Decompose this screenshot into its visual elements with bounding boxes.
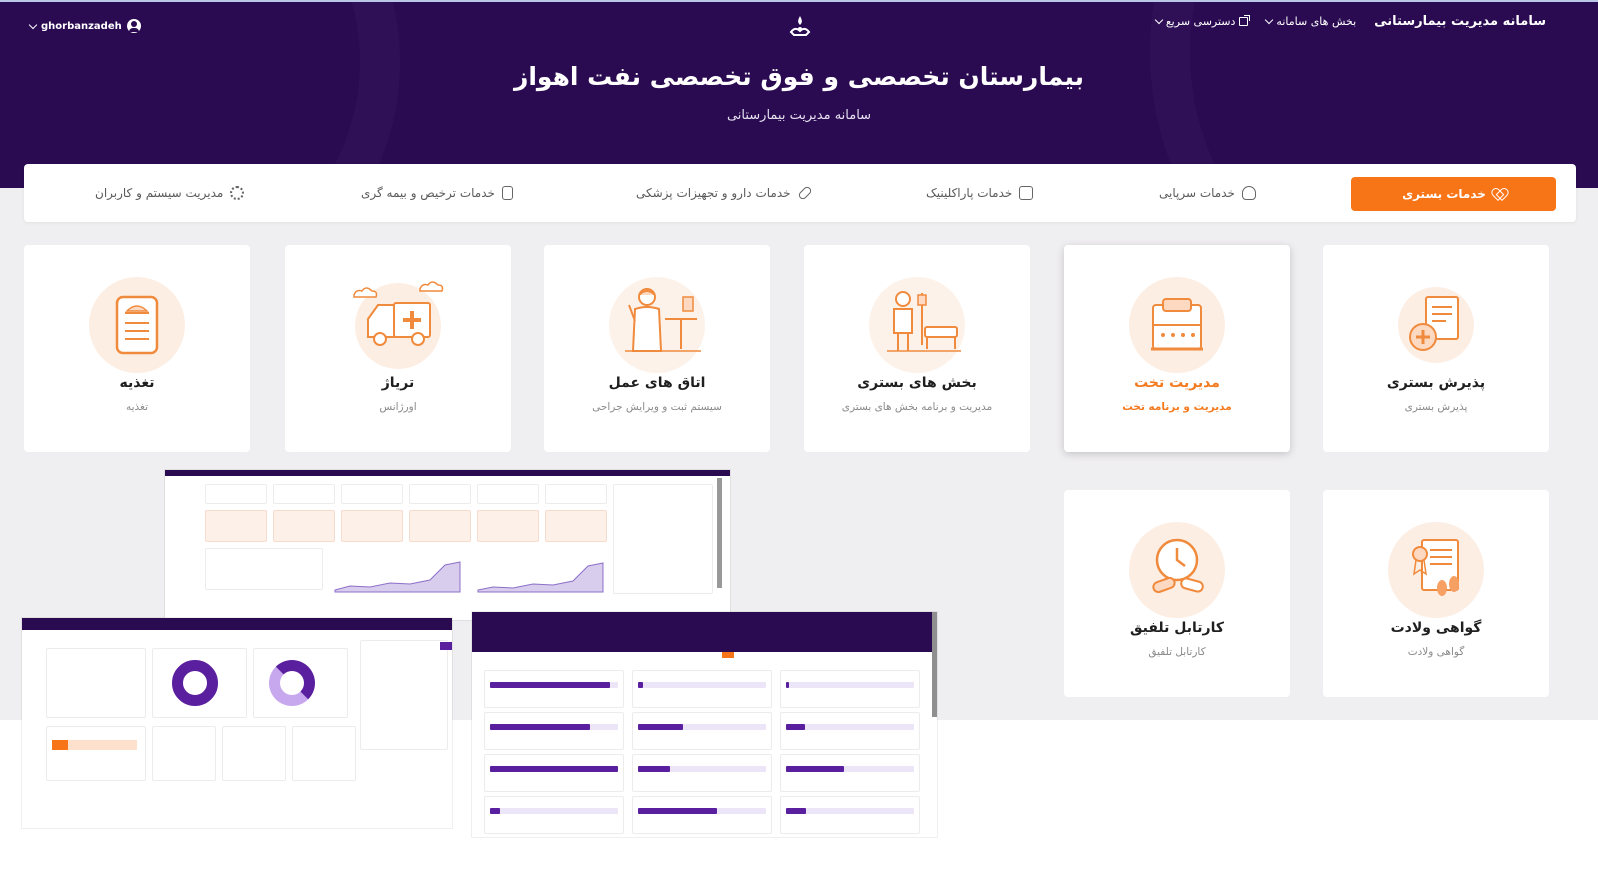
- tab-system-management[interactable]: مدیریت سیستم و کاربران: [95, 164, 245, 222]
- stethoscope-icon: [1241, 186, 1256, 200]
- card-subtitle: سیستم ثبت و ویرایش جراحی: [592, 401, 722, 413]
- tab-inpatient-label: خدمات بستری: [1402, 187, 1486, 201]
- nav-system-sections[interactable]: بخش های سامانه: [1265, 15, 1357, 28]
- card-subtitle: مدیریت و برنامه بخش های بستری: [841, 401, 993, 413]
- tab-system-label: مدیریت سیستم و کاربران: [95, 186, 224, 200]
- tab-paraclinic-services[interactable]: خدمات پاراکلینیک: [926, 164, 1034, 222]
- preview-image-bed-management: [472, 612, 937, 837]
- card-title: گواهی ولادت: [1390, 620, 1482, 636]
- avatar: [126, 19, 141, 33]
- card-subtitle: اورژانس: [379, 401, 417, 413]
- ambulance-icon: [353, 281, 444, 346]
- module-card-birth-certificate[interactable]: گواهی ولادت گواهی ولادت: [1323, 490, 1549, 697]
- card-title: بخش های بستری: [857, 375, 977, 391]
- hospital-bed-icon: [1151, 298, 1203, 351]
- card-title: پذیرش بستری: [1386, 375, 1486, 391]
- admission-document-icon: [1409, 296, 1459, 351]
- card-title: تغذیه: [119, 375, 155, 391]
- tab-pharmacy-services[interactable]: خدمات دارو و تجهیزات پزشکی: [636, 164, 813, 222]
- card-title: ترياژ: [381, 375, 415, 391]
- module-card-nutrition[interactable]: تغذیه تغذیه: [24, 245, 250, 452]
- surgeon-icon: [625, 288, 701, 352]
- clock-pills-icon: [1152, 538, 1204, 594]
- tab-outpatient-label: خدمات سرپایی: [1159, 186, 1235, 200]
- external-link-icon: [1239, 15, 1251, 26]
- module-card-operating-rooms[interactable]: اتاق های عمل سیستم ثبت و ویرایش جراحی: [544, 245, 770, 452]
- tab-outpatient-services[interactable]: خدمات سرپایی: [1159, 164, 1256, 222]
- service-tabs-bar: خدمات بستری خدمات سرپایی خدمات پاراکلینی…: [24, 164, 1576, 222]
- preview-image-dashboard: [165, 470, 730, 620]
- page-title: بیمارستان تخصصی و فوق تخصصی نفت اهواز: [513, 62, 1085, 91]
- tab-inpatient-services[interactable]: خدمات بستری: [1351, 177, 1556, 211]
- user-menu[interactable]: ghorbanzadeh: [28, 19, 141, 33]
- preview-image-surgery: [22, 618, 452, 828]
- nav-quick-access[interactable]: دسترسی سریع: [1154, 15, 1251, 28]
- chevron-down-icon: [1154, 15, 1164, 25]
- food-menu-icon: [115, 295, 159, 355]
- card-subtitle: تغذیه: [125, 401, 149, 413]
- gear-icon: [230, 186, 245, 200]
- module-card-wards[interactable]: بخش های بستری مدیریت و برنامه بخش های بس…: [804, 245, 1030, 452]
- chevron-down-icon: [28, 20, 38, 29]
- user-name: ghorbanzadeh: [41, 20, 122, 32]
- nav-system-sections-label: بخش های سامانه: [1276, 15, 1357, 28]
- card-title: کارتابل تلفیق: [1130, 620, 1224, 636]
- clipboard-icon: [501, 186, 513, 200]
- module-card-kartable[interactable]: کارتابل تلفیق کارتابل تلفیق: [1064, 490, 1290, 697]
- card-subtitle: پذیرش بستری: [1404, 401, 1468, 413]
- brand-title[interactable]: سامانه مدیریت بیمارستانی: [1374, 14, 1546, 29]
- main-nav: سامانه مدیریت بیمارستانی بخش های سامانه …: [1154, 14, 1546, 29]
- module-card-bed-management[interactable]: مدیریت تخت مدیریت و برنامه تخت: [1064, 245, 1290, 452]
- module-card-admission[interactable]: پذیرش بستری پذیرش بستری: [1323, 245, 1549, 452]
- hospital-logo-icon: [789, 16, 811, 36]
- pill-icon: [796, 185, 813, 201]
- tab-pharmacy-label: خدمات دارو و تجهیزات پزشکی: [636, 186, 791, 200]
- tab-paraclinic-label: خدمات پاراکلینیک: [926, 186, 1013, 200]
- chevron-down-icon: [1265, 15, 1274, 25]
- heart-icon: [1493, 189, 1505, 200]
- card-subtitle: گواهی ولادت: [1407, 646, 1465, 658]
- nav-quick-access-label: دسترسی سریع: [1165, 15, 1236, 28]
- card-title: اتاق های عمل: [608, 375, 706, 391]
- hero-header: ghorbanzadeh سامانه مدیریت بیمارستانی بخ…: [0, 0, 1598, 188]
- birth-certificate-icon: [1412, 539, 1459, 596]
- page-subtitle: سامانه مدیریت بیمارستانی: [726, 108, 872, 123]
- module-card-triage[interactable]: ترياژ اورژانس: [285, 245, 511, 452]
- card-title: مدیریت تخت: [1134, 375, 1220, 391]
- medical-kit-icon: [1019, 186, 1034, 200]
- ward-patient-icon: [887, 291, 961, 352]
- tab-discharge-label: خدمات ترخیص و بیمه گری: [361, 186, 495, 200]
- card-subtitle: مدیریت و برنامه تخت: [1122, 401, 1232, 413]
- card-subtitle: کارتابل تلفیق: [1148, 646, 1206, 658]
- tab-discharge-services[interactable]: خدمات ترخیص و بیمه گری: [361, 164, 513, 222]
